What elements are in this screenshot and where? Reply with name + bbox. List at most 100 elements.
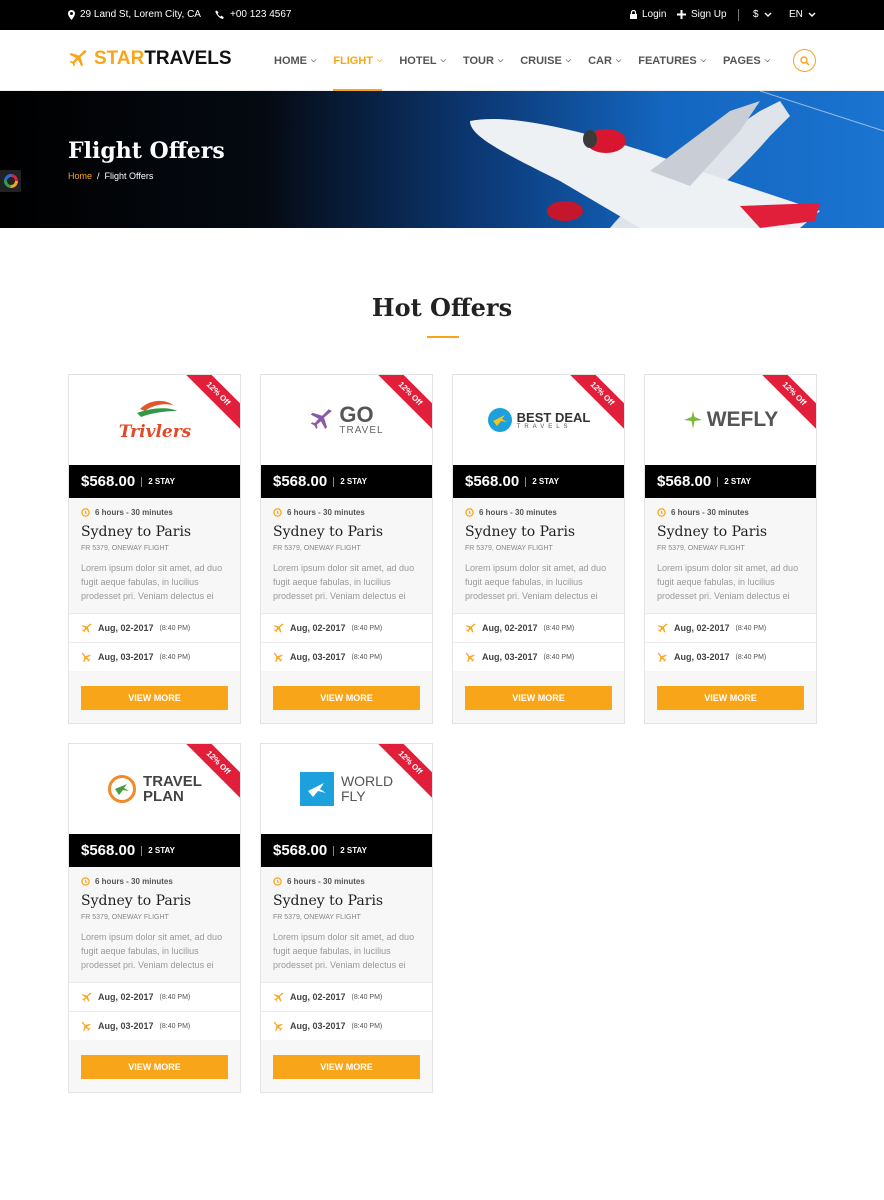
price-bar: $568.00 2 STAY <box>261 834 432 867</box>
price-divider <box>525 476 527 487</box>
view-more-button[interactable]: VIEW MORE <box>273 1055 420 1079</box>
view-more-button[interactable]: VIEW MORE <box>273 686 420 710</box>
route-title[interactable]: Sydney to Paris <box>657 524 767 540</box>
route-title[interactable]: Sydney to Paris <box>81 524 191 540</box>
arrival-icon <box>81 1021 91 1031</box>
breadcrumb-current: Flight Offers <box>104 171 154 181</box>
arrival-icon <box>273 652 283 662</box>
departure-icon <box>465 623 476 633</box>
offer-card: Trivlers 12% Off $568.00 2 STAY 6 hours … <box>68 374 241 724</box>
arrival-row: Aug, 03-2017 (8:40 PM) <box>645 642 816 671</box>
arrival-icon <box>81 652 91 662</box>
clock-icon <box>81 508 90 517</box>
brand-line2: TRAVEL <box>339 425 384 436</box>
stay-label: 2 STAY <box>340 477 367 486</box>
price-divider <box>141 845 143 856</box>
flight-number: FR 5379, <box>465 545 494 552</box>
view-more-button[interactable]: VIEW MORE <box>657 686 804 710</box>
best-deal-logo: BEST DEAL TRAVELS <box>487 407 590 433</box>
chevron-down-icon: ⌵ <box>377 56 383 64</box>
departure-date: Aug, 02-2017 <box>674 623 730 633</box>
nav-item-hotel[interactable]: HOTEL ⌵ <box>399 30 446 91</box>
departure-date: Aug, 02-2017 <box>290 992 346 1002</box>
arrival-time: (8:40 PM) <box>735 653 767 661</box>
flight-info: FR 5379, ONEWAY FLIGHT <box>273 545 361 552</box>
phone-text: +00 123 4567 <box>230 9 292 20</box>
route-title[interactable]: Sydney to Paris <box>273 893 383 909</box>
departure-row: Aug, 02-2017 (8:40 PM) <box>261 982 432 1011</box>
flight-type: ONEWAY FLIGHT <box>303 545 361 552</box>
view-more-button[interactable]: VIEW MORE <box>465 686 612 710</box>
flight-number: FR 5379, <box>273 545 302 552</box>
color-wheel-icon <box>3 174 18 188</box>
language-select[interactable]: EN <box>789 9 816 20</box>
departure-row: Aug, 02-2017 (8:40 PM) <box>645 613 816 642</box>
login-label: Login <box>642 9 667 20</box>
search-button[interactable] <box>793 49 816 72</box>
brand-line2: FLY <box>340 788 366 804</box>
logo-text-part1: STAR <box>94 48 145 69</box>
nav-item-home[interactable]: HOME ⌵ <box>274 30 316 91</box>
clock-icon <box>81 877 90 886</box>
arrival-icon <box>273 1021 283 1031</box>
nav-label: CAR <box>588 54 612 67</box>
flight-type: ONEWAY FLIGHT <box>111 545 169 552</box>
offer-description: Lorem ipsum dolor sit amet, ad duo fugit… <box>81 563 223 601</box>
departure-date: Aug, 02-2017 <box>98 623 154 633</box>
breadcrumb: Home / Flight Offers <box>68 171 153 181</box>
departure-time: (8:40 PM) <box>159 624 191 632</box>
nav-label: FEATURES <box>638 54 697 67</box>
offer-description: Lorem ipsum dolor sit amet, ad duo fugit… <box>273 932 415 970</box>
nav-item-features[interactable]: FEATURES ⌵ <box>638 30 706 91</box>
chevron-down-icon: ⌵ <box>700 56 707 64</box>
departure-row: Aug, 02-2017 (8:40 PM) <box>261 613 432 642</box>
chevron-down-icon: ⌵ <box>764 56 771 64</box>
price: $568.00 <box>81 473 136 490</box>
arrival-date: Aug, 03-2017 <box>674 652 730 662</box>
site-logo[interactable]: STAR TRAVELS <box>68 48 232 70</box>
nav-item-flight[interactable]: FLIGHT ⌵ <box>333 30 383 92</box>
arrival-icon <box>465 652 475 662</box>
signup-link[interactable]: Sign Up <box>677 9 727 20</box>
nav-item-cruise[interactable]: CRUISE ⌵ <box>520 30 571 91</box>
route-title[interactable]: Sydney to Paris <box>273 524 383 540</box>
nav-item-tour[interactable]: TOUR ⌵ <box>463 30 503 91</box>
flight-type: ONEWAY FLIGHT <box>111 914 169 921</box>
nav-item-pages[interactable]: PAGES ⌵ <box>723 30 770 91</box>
route-title[interactable]: Sydney to Paris <box>81 893 191 909</box>
nav-label: FLIGHT <box>333 54 374 67</box>
arrival-time: (8:40 PM) <box>159 1022 191 1030</box>
login-link[interactable]: Login <box>630 9 666 20</box>
go-travel-logo: GO TRAVEL <box>309 404 383 436</box>
clock-icon <box>465 508 474 517</box>
page-hero: Flight Offers Home / Flight Offers <box>0 91 884 228</box>
nav-item-car[interactable]: CAR ⌵ <box>588 30 621 91</box>
arrival-icon <box>657 652 667 662</box>
plane-icon <box>683 411 702 429</box>
departure-date: Aug, 02-2017 <box>482 623 538 633</box>
chevron-down-icon: ⌵ <box>565 56 572 64</box>
nav-label: TOUR <box>462 54 494 67</box>
globe-plane-icon <box>487 408 512 432</box>
color-switcher-button[interactable] <box>0 170 21 192</box>
route-title[interactable]: Sydney to Paris <box>465 524 575 540</box>
departure-time: (8:40 PM) <box>543 624 575 632</box>
arrival-date: Aug, 03-2017 <box>98 652 154 662</box>
flight-info: FR 5379, ONEWAY FLIGHT <box>465 545 553 552</box>
nav-label: PAGES <box>723 54 761 67</box>
search-icon <box>799 55 810 66</box>
duration-text: 6 hours - 30 minutes <box>287 508 365 517</box>
breadcrumb-separator: / <box>97 171 100 181</box>
departure-icon <box>81 623 92 633</box>
arrival-time: (8:40 PM) <box>159 653 191 661</box>
logo-text-part2: TRAVELS <box>144 48 232 69</box>
price-bar: $568.00 2 STAY <box>69 834 240 867</box>
view-more-button[interactable]: VIEW MORE <box>81 1055 228 1079</box>
currency-select[interactable]: $ <box>753 9 772 20</box>
price-bar: $568.00 2 STAY <box>453 465 624 498</box>
topbar-divider <box>738 9 739 21</box>
breadcrumb-home[interactable]: Home <box>68 171 92 181</box>
location-icon <box>68 9 75 20</box>
view-more-button[interactable]: VIEW MORE <box>81 686 228 710</box>
section-title: Hot Offers <box>371 293 513 322</box>
